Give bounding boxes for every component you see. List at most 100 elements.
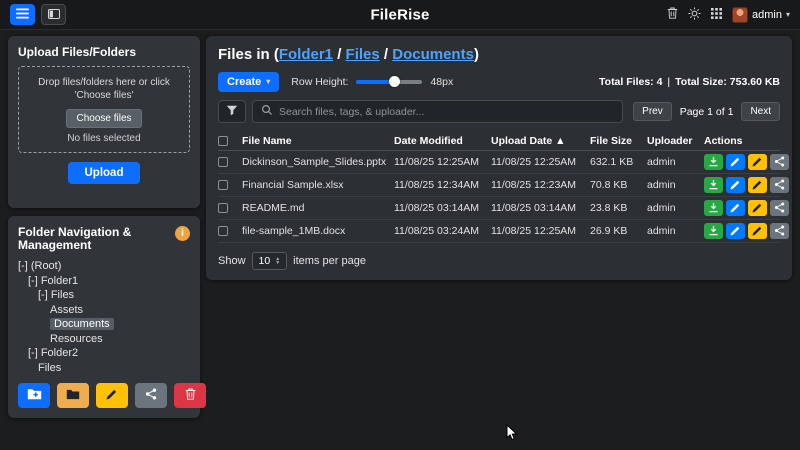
- breadcrumb-documents[interactable]: Documents: [392, 46, 474, 63]
- column-header-date-modified[interactable]: Date Modified: [394, 135, 491, 147]
- column-header-upload-date[interactable]: Upload Date ▲: [491, 135, 590, 147]
- next-page-button[interactable]: Next: [741, 102, 780, 121]
- table-row: file-sample_1MB.docx 11/08/25 03:24AM 11…: [218, 220, 780, 243]
- breadcrumb-files[interactable]: Files: [346, 46, 380, 63]
- avatar: [732, 7, 748, 23]
- column-header-file-name[interactable]: File Name: [242, 135, 394, 147]
- download-button[interactable]: [704, 200, 723, 216]
- user-menu[interactable]: admin ▾: [732, 7, 790, 23]
- items-per-page-select[interactable]: 10 ▲ ▼: [252, 252, 288, 270]
- tree-item-folder1[interactable]: [-] Folder1: [28, 274, 190, 289]
- download-button[interactable]: [704, 154, 723, 170]
- column-header-uploader[interactable]: Uploader: [647, 135, 704, 147]
- no-files-selected-text: No files selected: [25, 133, 183, 144]
- title-prefix: Files in (: [218, 46, 279, 63]
- page-status: Page 1 of 1: [680, 106, 734, 118]
- download-button[interactable]: [704, 223, 723, 239]
- edit-button[interactable]: [726, 154, 745, 170]
- file-list-panel: Files in (Folder1 / Files / Documents) C…: [206, 36, 792, 280]
- slider-thumb[interactable]: [389, 76, 400, 87]
- show-label: Show: [218, 255, 246, 267]
- pencil-icon: [752, 201, 763, 216]
- row-checkbox[interactable]: [218, 203, 228, 213]
- table-row: README.md 11/08/25 03:14AM 11/08/25 03:1…: [218, 197, 780, 220]
- download-button[interactable]: [704, 177, 723, 193]
- app-title: FileRise: [370, 6, 429, 23]
- create-folder-button[interactable]: [18, 383, 50, 408]
- date-modified-cell: 11/08/25 12:25AM: [394, 156, 491, 168]
- delete-folder-button[interactable]: [174, 383, 206, 408]
- search-box: [252, 100, 623, 123]
- row-height-slider[interactable]: [356, 75, 422, 88]
- tree-item-assets[interactable]: Assets: [50, 303, 190, 318]
- file-size-cell: 632.1 KB: [590, 156, 647, 168]
- apps-grid-button[interactable]: [711, 7, 722, 22]
- tree-item-files[interactable]: [-] Files: [38, 288, 190, 303]
- rename-button[interactable]: [748, 177, 767, 193]
- prev-page-button[interactable]: Prev: [633, 102, 672, 121]
- items-per-page-label: items per page: [293, 255, 366, 267]
- info-icon[interactable]: i: [175, 226, 190, 241]
- filter-button[interactable]: [218, 100, 246, 123]
- stepper-icon: ▲ ▼: [275, 257, 280, 265]
- edit-button[interactable]: [726, 223, 745, 239]
- download-icon: [708, 201, 719, 216]
- trash-button[interactable]: [667, 7, 678, 22]
- share-folder-button[interactable]: [135, 383, 167, 408]
- column-header-actions: Actions: [704, 135, 780, 147]
- search-input[interactable]: [279, 106, 614, 118]
- share-button[interactable]: [770, 154, 789, 170]
- row-actions: [704, 177, 789, 193]
- folder-tree: [-] (Root) [-] Folder1 [-] Files Assets …: [18, 259, 190, 375]
- dropzone[interactable]: Drop files/folders here or click 'Choose…: [18, 66, 190, 153]
- pencil-icon: [730, 224, 741, 239]
- select-all-checkbox[interactable]: [218, 136, 228, 146]
- row-height-label: Row Height:: [291, 76, 348, 88]
- choose-files-button[interactable]: Choose files: [66, 109, 141, 128]
- column-header-file-size[interactable]: File Size: [590, 135, 647, 147]
- theme-toggle-button[interactable]: [688, 7, 701, 23]
- row-checkbox[interactable]: [218, 157, 228, 167]
- menu-button[interactable]: [10, 4, 35, 25]
- folder-plus-icon: [27, 388, 42, 403]
- pencil-icon: [730, 178, 741, 193]
- totals-text: Total Files: 4 | Total Size: 753.60 KB: [599, 76, 780, 88]
- edit-button[interactable]: [726, 177, 745, 193]
- folder-card-header: Folder Navigation & Management i: [18, 226, 190, 252]
- upload-button[interactable]: Upload: [68, 162, 141, 184]
- pagination-footer: Show 10 ▲ ▼ items per page: [218, 252, 780, 270]
- folder-card-title: Folder Navigation & Management: [18, 226, 158, 252]
- tree-item-resources[interactable]: Resources: [50, 332, 190, 347]
- file-name-cell: README.md: [242, 202, 394, 214]
- tree-item-folder2-files[interactable]: Files: [38, 361, 190, 376]
- rename-button[interactable]: [748, 154, 767, 170]
- share-button[interactable]: [770, 177, 789, 193]
- pencil-icon: [730, 155, 741, 170]
- pencil-icon: [752, 155, 763, 170]
- share-button[interactable]: [770, 223, 789, 239]
- row-checkbox[interactable]: [218, 180, 228, 190]
- uploader-cell: admin: [647, 156, 704, 168]
- create-button[interactable]: Create ▾: [218, 72, 279, 92]
- rename-folder-button[interactable]: [96, 383, 128, 408]
- rename-button[interactable]: [748, 223, 767, 239]
- trash-icon: [185, 388, 196, 403]
- header-right-buttons: admin ▾: [667, 7, 790, 23]
- breadcrumb-folder1[interactable]: Folder1: [279, 46, 333, 63]
- dropzone-text-line1: Drop files/folders here or click: [25, 76, 183, 89]
- share-button[interactable]: [770, 200, 789, 216]
- chevron-down-icon: ▾: [266, 78, 270, 86]
- row-height-value: 48px: [430, 76, 453, 88]
- tree-item-documents[interactable]: Documents: [50, 317, 190, 332]
- edit-button[interactable]: [726, 200, 745, 216]
- move-folder-button[interactable]: [57, 383, 89, 408]
- file-name-cell: Dickinson_Sample_Slides.pptx: [242, 156, 394, 168]
- rename-button[interactable]: [748, 200, 767, 216]
- file-size-cell: 70.8 KB: [590, 179, 647, 191]
- panel-toggle-button[interactable]: [41, 4, 66, 25]
- funnel-icon: [226, 104, 238, 119]
- tree-item-root[interactable]: [-] (Root): [18, 259, 190, 274]
- tree-item-folder2[interactable]: [-] Folder2: [28, 346, 190, 361]
- row-checkbox[interactable]: [218, 226, 228, 236]
- uploader-cell: admin: [647, 225, 704, 237]
